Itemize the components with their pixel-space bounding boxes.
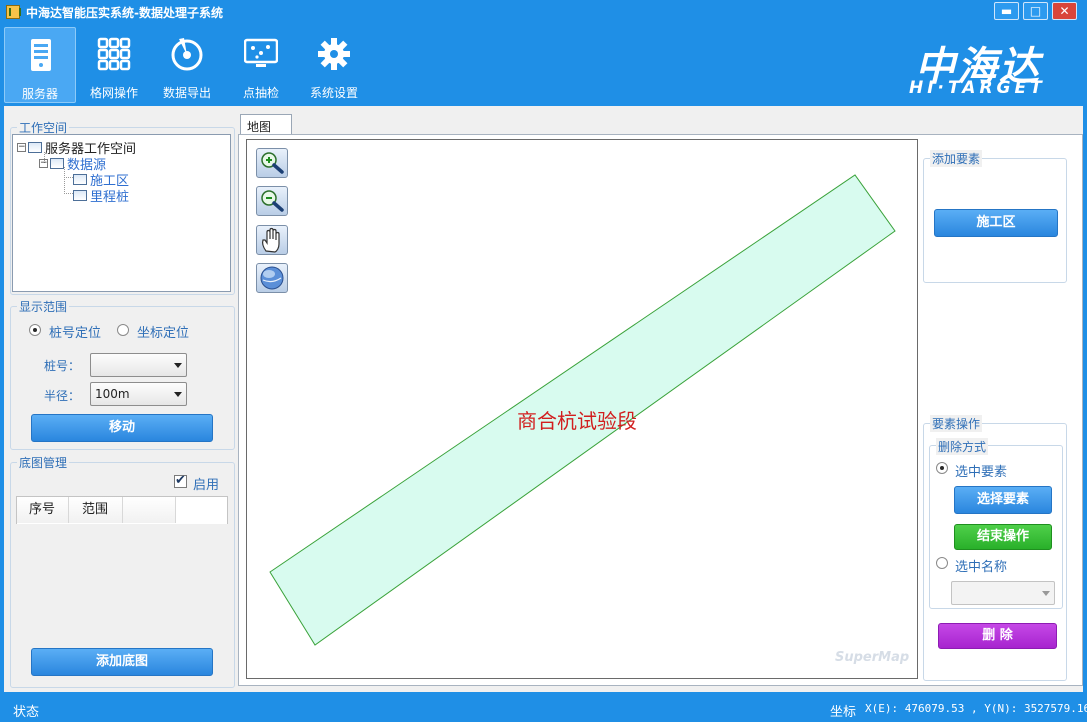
- window-title: 中海达智能压实系统-数据处理子系统: [26, 6, 223, 20]
- toolbar-point-check-button[interactable]: 点抽检: [225, 27, 297, 103]
- name-select[interactable]: [951, 581, 1055, 605]
- delete-mode-title: 删除方式: [936, 438, 989, 455]
- supermap-watermark: SuperMap: [835, 650, 910, 665]
- toolbar-settings-label: 系统设置: [309, 86, 358, 100]
- toolbar-server-label: 服务器: [21, 87, 58, 101]
- collapse-toggle-icon[interactable]: −: [39, 159, 48, 168]
- add-feature-title: 添加要素: [930, 150, 983, 167]
- add-construction-area-button[interactable]: 施工区: [934, 209, 1058, 237]
- collapse-toggle-icon[interactable]: −: [17, 143, 26, 152]
- toolbar-export-button[interactable]: 数据导出: [151, 27, 223, 103]
- zoom-out-icon: [261, 190, 284, 212]
- main-area: 工作空间 − 服务器工作空间 − 数据源 施工区 里程桩 显示范围 桩号定位 坐标定…: [4, 106, 1083, 692]
- select-name-radio-label[interactable]: 选中名称: [955, 556, 1007, 575]
- feature-ops-title: 要素操作: [930, 415, 983, 432]
- table-icon: [73, 190, 87, 201]
- table-header-range[interactable]: 范围: [69, 497, 123, 523]
- radius-label: 半径：: [44, 389, 81, 403]
- select-feature-button[interactable]: 选择要素: [954, 486, 1052, 514]
- pan-button[interactable]: [256, 225, 288, 255]
- close-button[interactable]: ✕: [1052, 2, 1077, 20]
- pan-hand-icon: [262, 227, 280, 253]
- pile-label: 桩号：: [44, 359, 81, 373]
- zoom-in-icon: [261, 152, 284, 174]
- coord-radio-label[interactable]: 坐标定位: [137, 322, 189, 341]
- feature-label: 商合杭试验段: [517, 410, 637, 433]
- basemap-title: 底图管理: [17, 454, 70, 471]
- chevron-down-icon: [1042, 591, 1050, 596]
- map-canvas[interactable]: 商合杭试验段 SuperMap: [246, 139, 918, 679]
- toolbar-export-label: 数据导出: [162, 86, 211, 100]
- toolbar-grid-button[interactable]: 格网操作: [78, 27, 150, 103]
- zoom-out-button[interactable]: [256, 186, 288, 216]
- basemap-table[interactable]: 序号 范围: [16, 496, 228, 524]
- tab-map[interactable]: 地图: [240, 114, 292, 135]
- maximize-button[interactable]: □: [1023, 2, 1048, 20]
- table-header-index[interactable]: 序号: [17, 497, 69, 523]
- map-panel: 商合杭试验段 SuperMap 添加要素 施工区 要素操作 删除方式 选中要素 …: [238, 134, 1083, 686]
- pile-select[interactable]: [90, 353, 187, 377]
- construction-area-feature[interactable]: [269, 174, 896, 646]
- delete-button[interactable]: 删 除: [938, 623, 1057, 649]
- enable-label[interactable]: 启用: [193, 474, 219, 493]
- status-label: 状态: [13, 705, 40, 720]
- toolbar-point-check-label: 点抽检: [242, 86, 279, 100]
- coord-label: 坐标: [830, 705, 857, 720]
- toolbar-server-button[interactable]: 服务器: [4, 27, 76, 103]
- status-bar: 状态 坐标 X(E): 476079.53 , Y(N): 3527579.16: [0, 696, 1087, 722]
- table-icon: [73, 174, 87, 185]
- coord-readout: X(E): 476079.53 , Y(N): 3527579.16: [865, 702, 1087, 715]
- end-operation-button[interactable]: 结束操作: [954, 524, 1052, 550]
- select-feature-radio[interactable]: [936, 462, 948, 474]
- chevron-down-icon: [174, 392, 182, 397]
- table-icon: [50, 158, 64, 169]
- coord-radio[interactable]: [117, 324, 129, 336]
- title-bar: 中海达智能压实系统-数据处理子系统 ▬ □ ✕: [0, 0, 1087, 24]
- display-range-title: 显示范围: [17, 298, 70, 315]
- brand-logo: 中海达 HI·TARGET: [905, 34, 1075, 100]
- radius-select[interactable]: 100m: [90, 382, 187, 406]
- globe-icon: [260, 266, 284, 290]
- server-icon: [31, 39, 51, 71]
- grid-icon: [97, 37, 131, 71]
- toolbar-grid-label: 格网操作: [89, 86, 138, 100]
- move-button[interactable]: 移动: [31, 414, 213, 442]
- main-toolbar: 服务器 格网操作 数据导出 点抽检 系统设置 中海达 HI·TARGET: [0, 24, 1087, 106]
- map-feature-layer: 商合杭试验段: [269, 174, 896, 646]
- point-check-icon: [244, 38, 278, 67]
- select-feature-radio-label[interactable]: 选中要素: [955, 461, 1007, 480]
- app-icon: [6, 5, 21, 19]
- full-extent-button[interactable]: [256, 263, 288, 293]
- pile-radio-label[interactable]: 桩号定位: [49, 322, 101, 341]
- gear-icon: [318, 38, 350, 70]
- table-icon: [28, 142, 42, 153]
- tree-node-mileage-pile[interactable]: 里程桩: [73, 186, 129, 205]
- toolbar-settings-button[interactable]: 系统设置: [298, 27, 370, 103]
- radius-select-value: 100m: [95, 387, 130, 401]
- chevron-down-icon: [174, 363, 182, 368]
- table-header-blank: [123, 497, 176, 523]
- workspace-tree[interactable]: − 服务器工作空间 − 数据源 施工区 里程桩: [12, 134, 231, 292]
- zoom-in-button[interactable]: [256, 148, 288, 178]
- export-icon: [171, 38, 203, 71]
- minimize-button[interactable]: ▬: [994, 2, 1019, 20]
- enable-checkbox[interactable]: [174, 473, 187, 488]
- pile-radio[interactable]: [29, 324, 41, 336]
- select-name-radio[interactable]: [936, 557, 948, 569]
- brand-logo-en: HI·TARGET: [909, 78, 1046, 98]
- add-basemap-button[interactable]: 添加底图: [31, 648, 213, 676]
- tree-item-label: 里程桩: [90, 190, 130, 205]
